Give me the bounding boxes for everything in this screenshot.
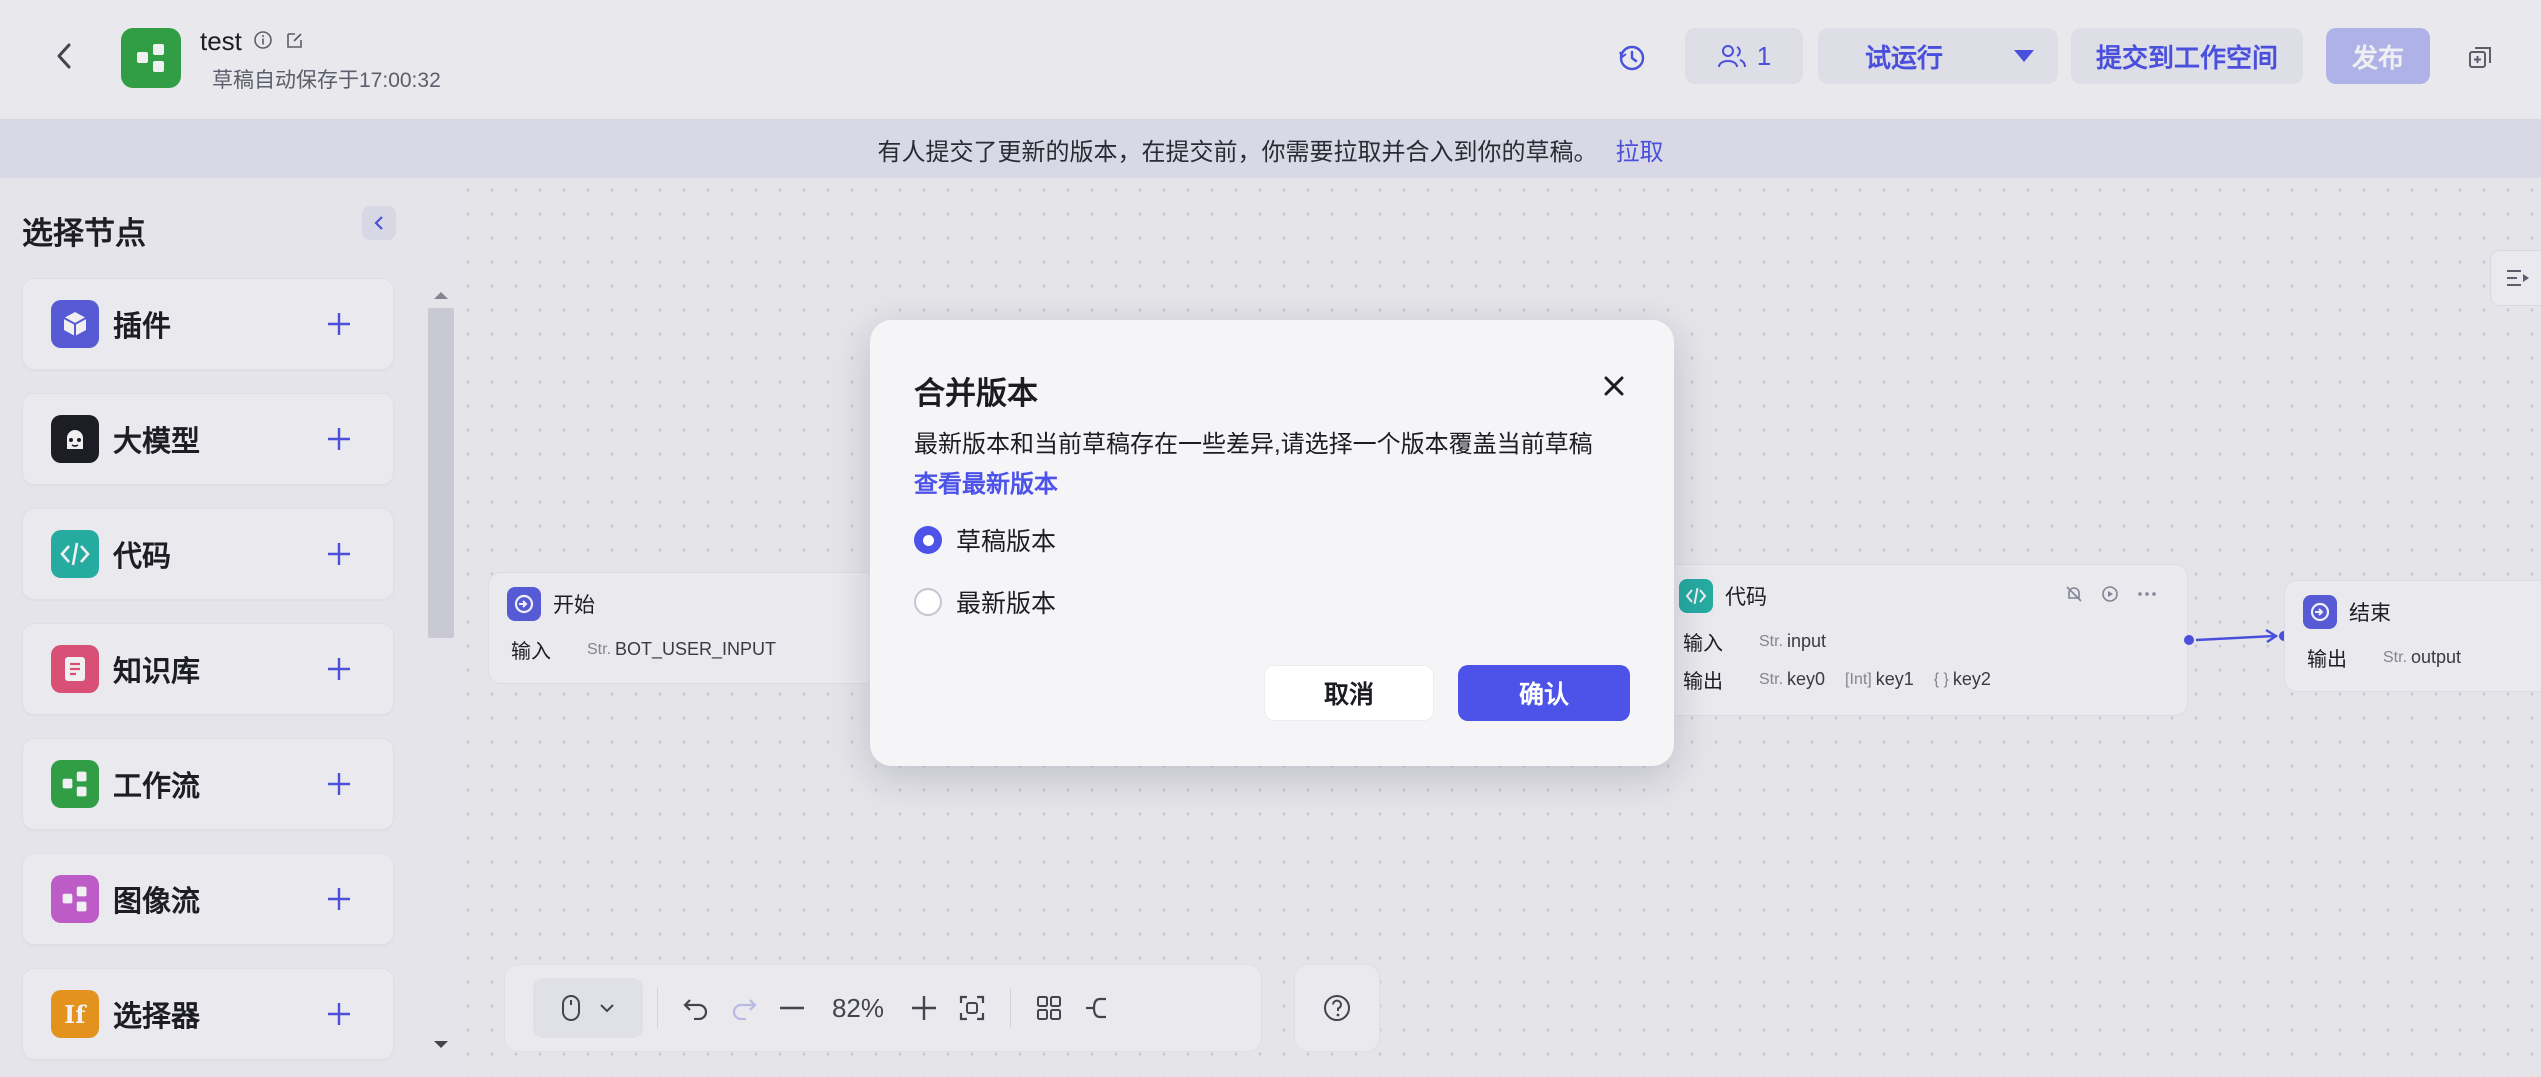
view-latest-version-link[interactable]: 查看最新版本 [914,464,1058,499]
option-label: 最新版本 [956,590,1057,618]
dialog-title: 合并版本 [914,376,1038,411]
radio-latest-version[interactable] [914,588,942,616]
dialog-description: 最新版本和当前草稿存在一些差异,请选择一个版本覆盖当前草稿 [914,431,1593,458]
close-button[interactable] [1592,364,1636,408]
option-latest-version[interactable]: 最新版本 [914,584,1056,620]
cancel-button[interactable]: 取消 [1264,665,1434,721]
radio-draft-version[interactable] [914,526,942,554]
option-label: 草稿版本 [956,528,1057,556]
confirm-button[interactable]: 确认 [1458,665,1630,721]
merge-version-dialog: 合并版本 最新版本和当前草稿存在一些差异,请选择一个版本覆盖当前草稿 查看最新版… [870,320,1674,766]
option-draft-version[interactable]: 草稿版本 [914,522,1056,558]
close-icon [1604,376,1624,396]
